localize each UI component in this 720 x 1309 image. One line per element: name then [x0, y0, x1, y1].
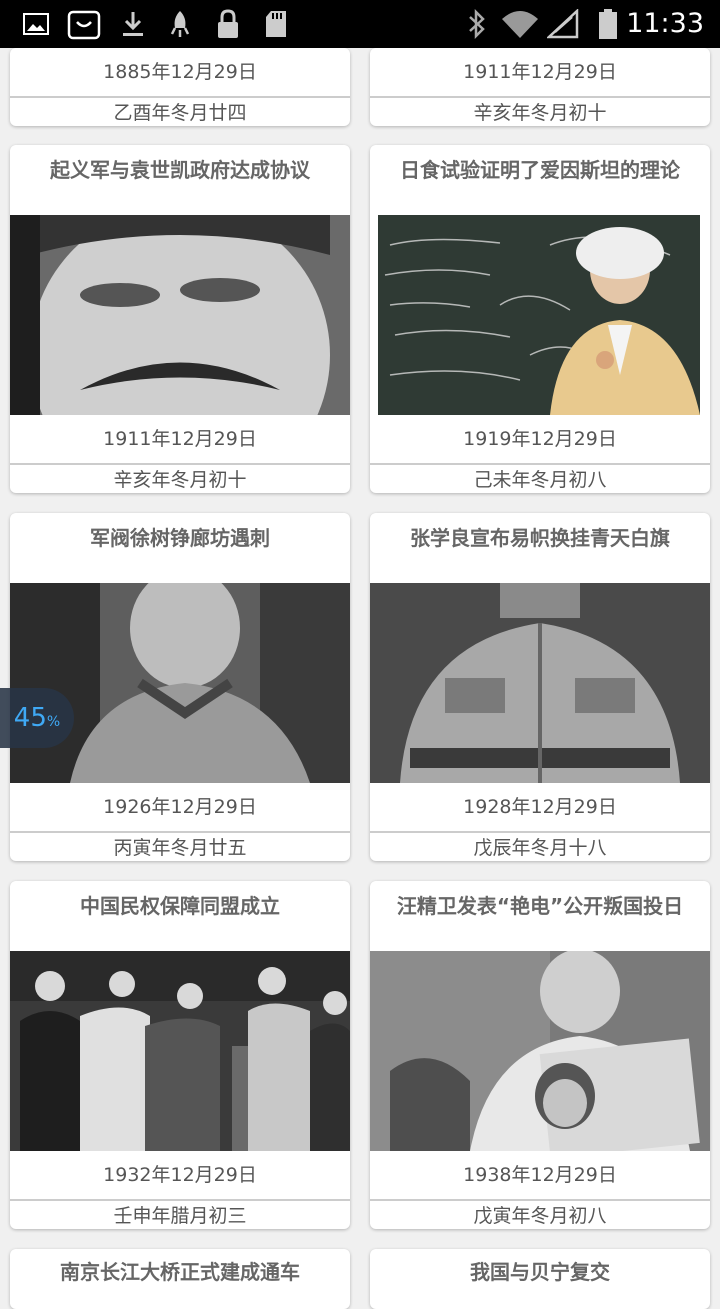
download-icon	[120, 8, 146, 40]
card-title: 起义军与袁世凯政府达成协议	[50, 158, 310, 182]
card-photo	[10, 215, 350, 415]
card-date: 1928年12月29日	[463, 796, 617, 818]
lock-icon	[214, 8, 242, 40]
image-icon	[22, 8, 50, 40]
rocket-icon	[168, 8, 192, 40]
card-photo	[370, 215, 710, 415]
card-date: 1919年12月29日	[463, 428, 617, 450]
card-date: 1911年12月29日	[463, 61, 617, 83]
card-photo	[10, 951, 350, 1151]
card-date: 1938年12月29日	[463, 1164, 617, 1186]
history-card[interactable]: 军阀徐树铮廊坊遇刺 1926年12月29日 丙寅年冬月廿五	[10, 513, 350, 861]
signal-icon	[546, 8, 580, 40]
wifi-icon	[500, 8, 540, 40]
card-lunar-date: 丙寅年冬月廿五	[10, 831, 350, 861]
badge-value: 45	[13, 703, 47, 733]
history-card[interactable]: 1911年12月29日 辛亥年冬月初十	[370, 48, 710, 126]
card-lunar-date: 戊辰年冬月十八	[370, 831, 710, 861]
store-bag-icon	[66, 8, 102, 40]
history-card[interactable]: 日食试验证明了爱因斯坦的理论 1919年12月29日 己未年冬月初八	[370, 145, 710, 493]
card-title: 日食试验证明了爱因斯坦的理论	[400, 158, 680, 182]
card-title: 南京长江大桥正式建成通车	[60, 1260, 300, 1284]
card-title: 我国与贝宁复交	[470, 1260, 610, 1284]
sd-card-icon	[262, 8, 290, 40]
clock-time: 11:33	[626, 8, 704, 39]
card-photo	[10, 583, 350, 783]
card-photo	[370, 583, 710, 783]
status-bar: 11:33	[0, 0, 720, 48]
card-photo	[370, 951, 710, 1151]
battery-icon	[596, 8, 620, 40]
card-lunar-date: 己未年冬月初八	[370, 463, 710, 493]
history-card[interactable]: 我国与贝宁复交	[370, 1249, 710, 1309]
card-lunar-date: 戊寅年冬月初八	[370, 1199, 710, 1229]
history-card[interactable]: 南京长江大桥正式建成通车	[10, 1249, 350, 1309]
card-title: 中国民权保障同盟成立	[80, 894, 280, 918]
history-card[interactable]: 中国民权保障同盟成立 1932年12月29日 壬申年腊月初三	[10, 881, 350, 1229]
card-title: 汪精卫发表“艳电”公开叛国投日	[396, 894, 684, 918]
card-title: 张学良宣布易帜换挂青天白旗	[410, 526, 670, 550]
card-lunar-date: 壬申年腊月初三	[10, 1199, 350, 1229]
history-card[interactable]: 汪精卫发表“艳电”公开叛国投日 1938年12月29日 戊寅年冬月初八	[370, 881, 710, 1229]
bluetooth-icon	[464, 8, 490, 40]
card-date: 1926年12月29日	[103, 796, 257, 818]
card-lunar-date: 辛亥年冬月初十	[10, 463, 350, 493]
floating-memory-badge[interactable]: 45 %	[0, 688, 74, 748]
card-date: 1932年12月29日	[103, 1164, 257, 1186]
card-lunar-date: 乙酉年冬月廿四	[10, 96, 350, 126]
card-lunar-date: 辛亥年冬月初十	[370, 96, 710, 126]
history-card[interactable]: 张学良宣布易帜换挂青天白旗 1928年12月29日 戊辰年冬月十八	[370, 513, 710, 861]
card-date: 1911年12月29日	[103, 428, 257, 450]
history-card[interactable]: 1885年12月29日 乙酉年冬月廿四	[10, 48, 350, 126]
card-date: 1885年12月29日	[103, 61, 257, 83]
card-title: 军阀徐树铮廊坊遇刺	[90, 526, 270, 550]
badge-unit: %	[46, 714, 61, 730]
history-card[interactable]: 起义军与袁世凯政府达成协议 1911年12月29日 辛亥年冬月初十	[10, 145, 350, 493]
